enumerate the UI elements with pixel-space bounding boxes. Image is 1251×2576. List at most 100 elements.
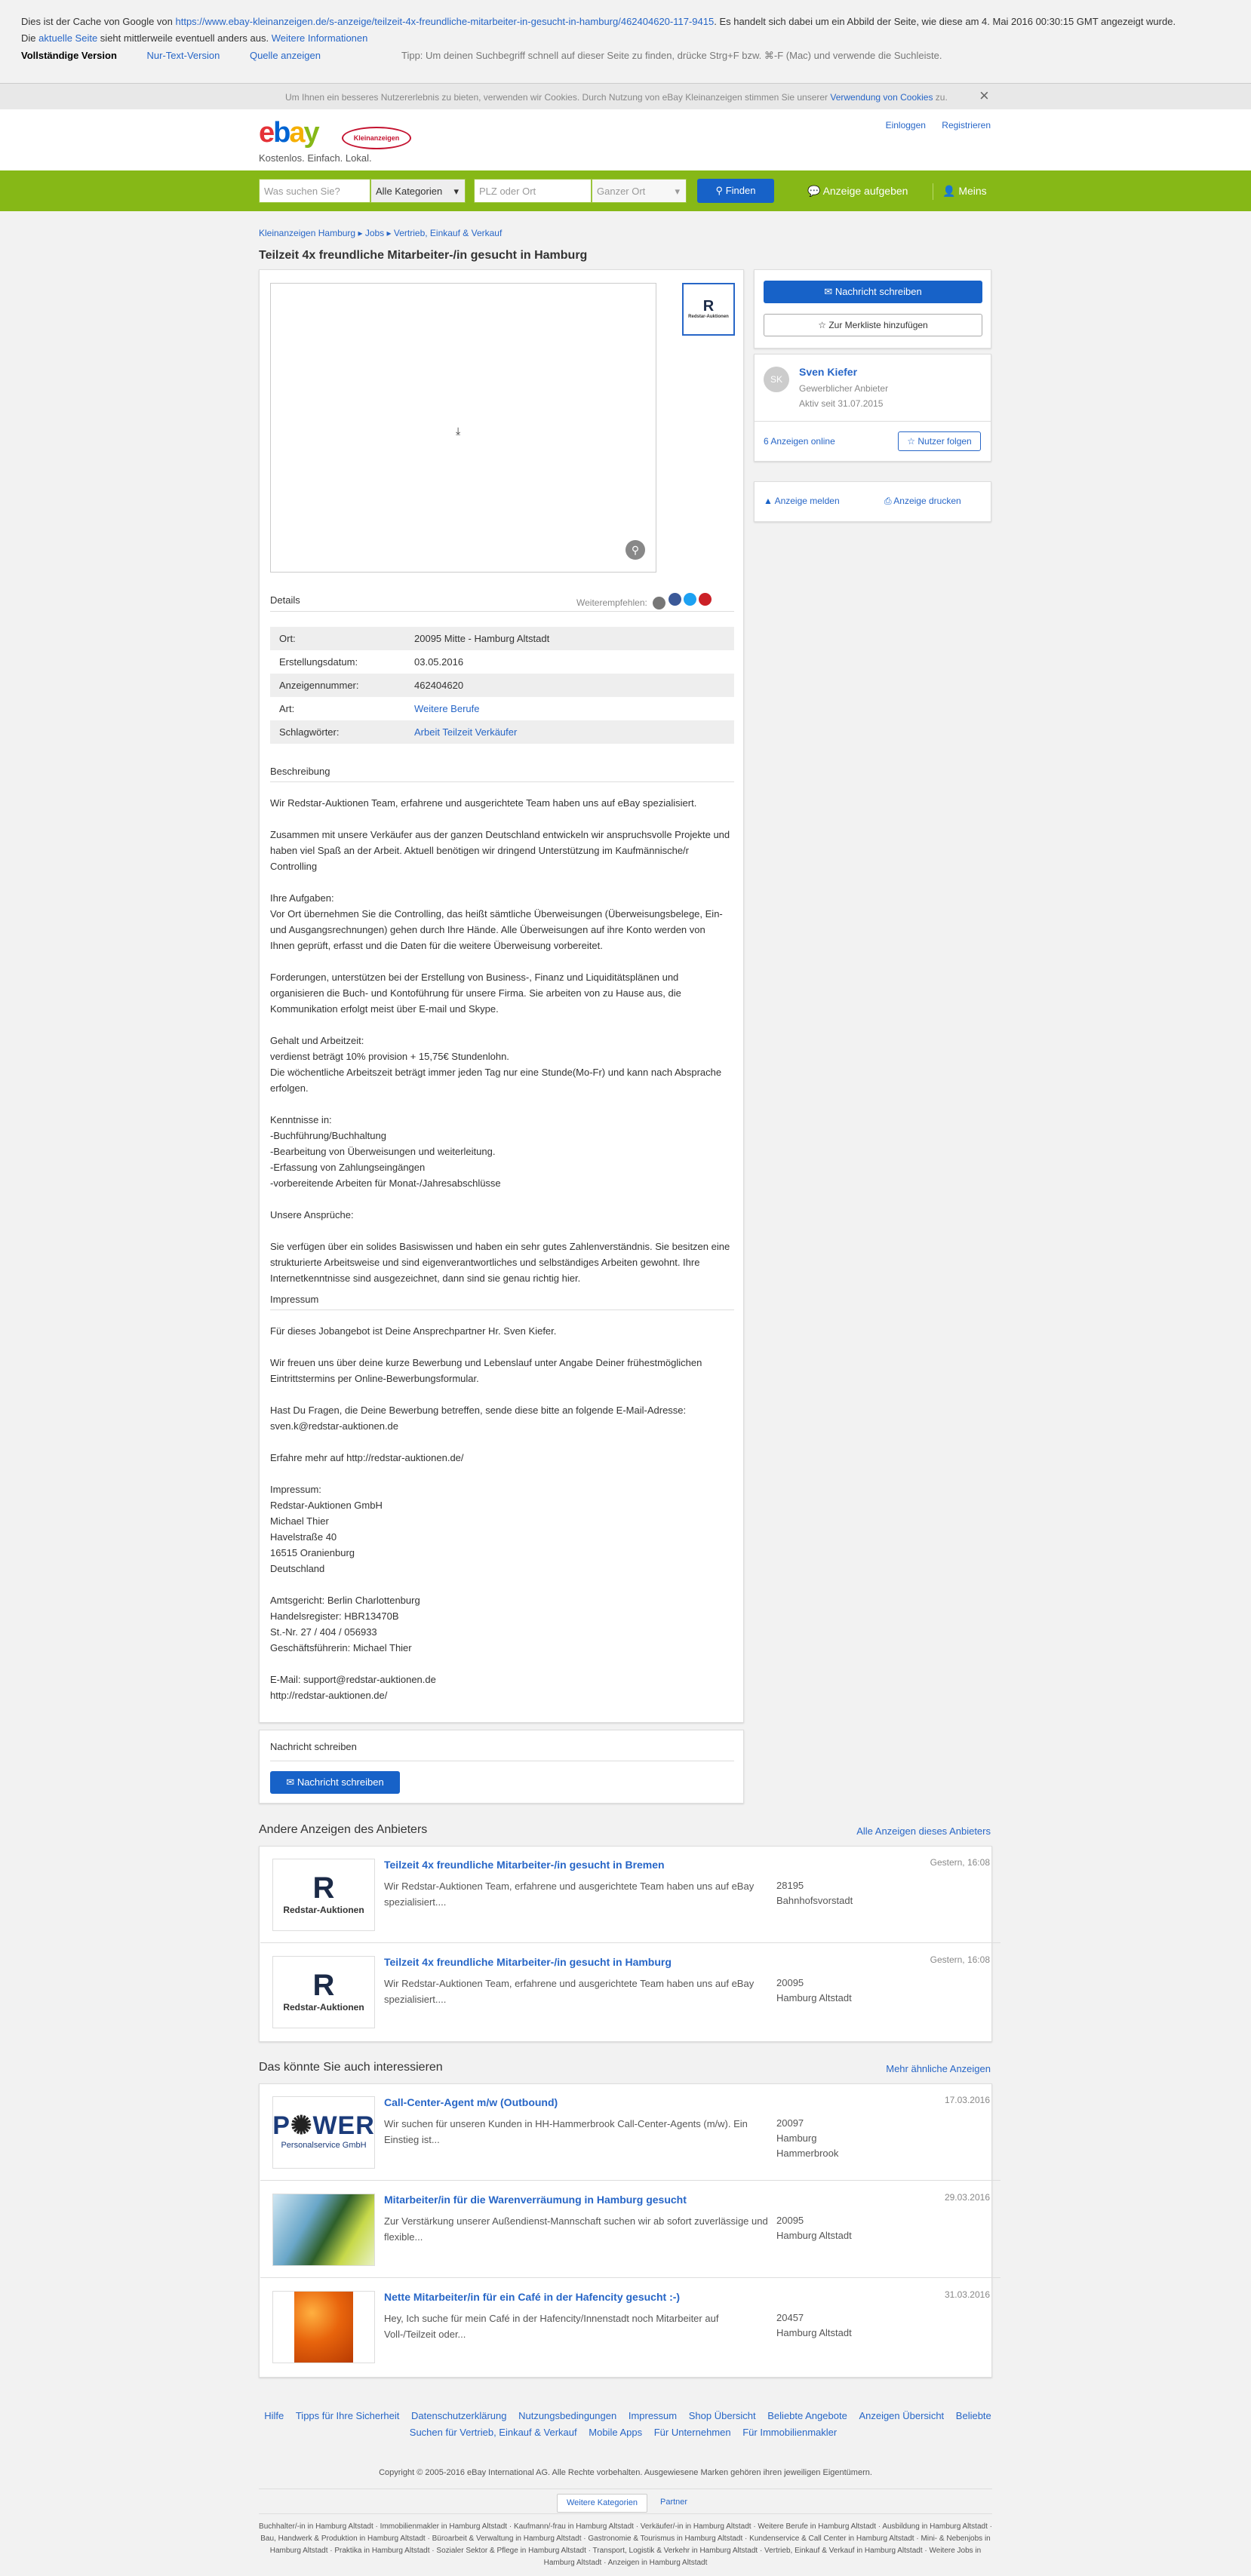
chevron-down-icon: ▾	[675, 186, 680, 197]
footer-link[interactable]: Shop Übersicht	[689, 2410, 756, 2421]
avatar: SK	[764, 367, 789, 392]
gear-icon: ✺	[290, 2111, 313, 2141]
report-link[interactable]: ▲ Anzeige melden	[764, 494, 840, 508]
register-link[interactable]: Registrieren	[942, 120, 991, 130]
cache-banner: Dies ist der Cache von Google von https:…	[0, 0, 1251, 84]
footer-link[interactable]: Mobile Apps	[589, 2427, 642, 2438]
print-link[interactable]: ⎙ Anzeige drucken	[884, 494, 961, 508]
footer-link[interactable]: Impressum	[629, 2410, 677, 2421]
footer-link[interactable]: Für Immobilienmakler	[742, 2427, 837, 2438]
item-date: Gestern, 16:08	[930, 1954, 990, 1965]
more-similar-link[interactable]: Mehr ähnliche Anzeigen	[886, 2062, 991, 2077]
post-ad-label: Anzeige aufgeben	[822, 185, 908, 197]
ad-card: ⤓ ⚲ R Redstar-Auktionen Details Weiterem…	[259, 269, 744, 1723]
facebook-icon[interactable]	[668, 593, 681, 606]
copyright: Copyright © 2005-2016 eBay International…	[379, 2468, 872, 2477]
follow-button[interactable]: ☆ Nutzer folgen	[898, 431, 981, 451]
item-title[interactable]: Teilzeit 4x freundliche Mitarbeiter-/in …	[384, 1954, 672, 1971]
list-item[interactable]: R Redstar-Auktionen Teilzeit 4x freundlic…	[260, 1847, 1000, 1943]
more-info-link[interactable]: Weitere Informationen	[272, 32, 368, 44]
search-input[interactable]: Was suchen Sie?	[259, 179, 370, 203]
post-ad-button[interactable]: 💬 Anzeige aufgeben	[807, 183, 908, 200]
item-title[interactable]: Teilzeit 4x freundliche Mitarbeiter-/in …	[384, 1857, 665, 1874]
item-description: Wir Redstar-Auktionen Team, erfahrene un…	[384, 1978, 755, 2005]
other-ads-list: R Redstar-Auktionen Teilzeit 4x freundlic…	[259, 1846, 1000, 2042]
detail-row: Ort: 20095 Mitte - Hamburg Altstadt	[270, 627, 734, 650]
cache-text-2: . Es handelt sich dabei um ein Abbild de…	[714, 16, 1176, 27]
oranges-photo	[272, 2291, 375, 2363]
breadcrumb-hamburg[interactable]: Kleinanzeigen Hamburg	[259, 228, 355, 238]
text-version-link[interactable]: Nur-Text-Version	[147, 50, 220, 61]
seller-ads-link[interactable]: 6 Anzeigen online	[764, 434, 835, 449]
item-date: 17.03.2016	[944, 2095, 990, 2105]
detail-key: Ort:	[279, 633, 296, 644]
zoom-icon[interactable]: ⚲	[626, 540, 645, 560]
item-date: Gestern, 16:08	[930, 1857, 990, 1868]
list-item[interactable]: P✺WER Personalservice GmbH Call-Center-A…	[260, 2084, 1000, 2181]
footer-link[interactable]: Datenschutzerklärung	[411, 2410, 506, 2421]
cache-url-link[interactable]: https://www.ebay-kleinanzeigen.de/s-anze…	[176, 16, 715, 27]
detail-value: 20095 Mitte - Hamburg Altstadt	[414, 633, 550, 644]
radius-select[interactable]: Ganzer Ort ▾	[592, 179, 687, 203]
tags-link[interactable]: Arbeit Teilzeit Verkäufer	[414, 720, 517, 744]
footer-link[interactable]: Anzeigen Übersicht	[859, 2410, 944, 2421]
footer-link[interactable]: Beliebte Angebote	[767, 2410, 847, 2421]
footer-link[interactable]: Für Unternehmen	[654, 2427, 731, 2438]
item-location: 20095 Hamburg Altstadt	[776, 2215, 852, 2241]
all-seller-ads-link[interactable]: Alle Anzeigen dieses Anbieters	[856, 1824, 991, 1839]
list-item[interactable]: Nette Mitarbeiter/in für ein Café in der…	[260, 2279, 1000, 2375]
chevron-right-icon: ▸	[358, 228, 363, 238]
twitter-icon[interactable]	[683, 593, 696, 606]
seo-links[interactable]: Buchhalter/-in in Hamburg Altstadt · Imm…	[259, 2521, 992, 2569]
breadcrumb-jobs[interactable]: Jobs	[365, 228, 384, 238]
item-location: 20097 Hamburg Hammerbrook	[776, 2117, 839, 2159]
tab-partner[interactable]: Partner	[651, 2494, 696, 2511]
details-heading: Details	[270, 594, 300, 606]
item-title[interactable]: Nette Mitarbeiter/in für ein Café in der…	[384, 2289, 680, 2306]
tab-more-categories[interactable]: Weitere Kategorien	[557, 2494, 647, 2513]
item-location: 20095 Hamburg Altstadt	[776, 1977, 852, 2003]
thumbnail[interactable]: R Redstar-Auktionen	[682, 283, 735, 336]
category-select[interactable]: Alle Kategorien ▾	[370, 179, 466, 203]
seller-name[interactable]: Sven Kiefer	[799, 364, 857, 381]
close-icon[interactable]: ×	[979, 87, 989, 105]
category-link[interactable]: Weitere Berufe	[414, 697, 479, 720]
item-description: Wir Redstar-Auktionen Team, erfahrene un…	[384, 1881, 755, 1908]
report-card: ▲ Anzeige melden ⎙ Anzeige drucken	[754, 481, 991, 522]
location-input[interactable]: PLZ oder Ort	[474, 179, 592, 203]
brand-logo-name: Redstar-Auktionen	[283, 2001, 364, 2013]
brand-logo-name: Redstar-Auktionen	[688, 315, 729, 319]
full-version-link[interactable]: Vollständige Version	[21, 50, 117, 61]
list-item[interactable]: R Redstar-Auktionen Teilzeit 4x freundlic…	[260, 1944, 1000, 2040]
power-logo-wer: WER	[312, 2111, 375, 2141]
detail-value: 462404620	[414, 680, 464, 691]
item-title[interactable]: Call-Center-Agent m/w (Outbound)	[384, 2095, 558, 2111]
chevron-right-icon: ▸	[386, 228, 392, 238]
view-source-link[interactable]: Quelle anzeigen	[250, 50, 321, 61]
list-item[interactable]: Mitarbeiter/in für die Warenverräumung i…	[260, 2181, 1000, 2278]
radius-value: Ganzer Ort	[597, 186, 646, 197]
find-label: Finden	[725, 185, 756, 196]
description-text: Wir Redstar-Auktionen Team, erfahrene un…	[270, 797, 730, 1284]
email-icon[interactable]	[653, 597, 666, 610]
item-title[interactable]: Mitarbeiter/in für die Warenverräumung i…	[384, 2192, 687, 2209]
item-image: R Redstar-Auktionen	[272, 1859, 375, 1931]
cache-text-4: sieht mittlerweile eventuell anders aus.	[97, 32, 272, 44]
envelope-icon: ✉	[286, 1776, 297, 1788]
pinterest-icon[interactable]	[699, 593, 712, 606]
sidebar-message-button[interactable]: ✉ Nachricht schreiben	[764, 281, 982, 303]
main-image[interactable]: ⤓ ⚲	[270, 283, 656, 573]
write-message-button[interactable]: ✉ Nachricht schreiben	[270, 1771, 400, 1794]
login-link[interactable]: Einloggen	[886, 120, 926, 130]
watchlist-button[interactable]: ☆ Zur Merkliste hinzufügen	[764, 314, 982, 336]
mine-button[interactable]: 👤 Meins	[933, 183, 987, 200]
footer-link[interactable]: Tipps für Ihre Sicherheit	[296, 2410, 400, 2421]
find-button[interactable]: ⚲ Finden	[697, 179, 774, 203]
breadcrumb-sales[interactable]: Vertrieb, Einkauf & Verkauf	[394, 228, 502, 238]
footer-link[interactable]: Hilfe	[264, 2410, 284, 2421]
current-page-link[interactable]: aktuelle Seite	[38, 32, 97, 44]
detail-key: Anzeigennummer:	[279, 680, 359, 691]
footer-link[interactable]: Nutzungsbedingungen	[518, 2410, 616, 2421]
cookie-policy-link[interactable]: Verwendung von Cookies	[830, 92, 933, 103]
ebay-logo[interactable]: ebay Kleinanzeigen Kostenlos. Einfach. L…	[259, 116, 411, 164]
